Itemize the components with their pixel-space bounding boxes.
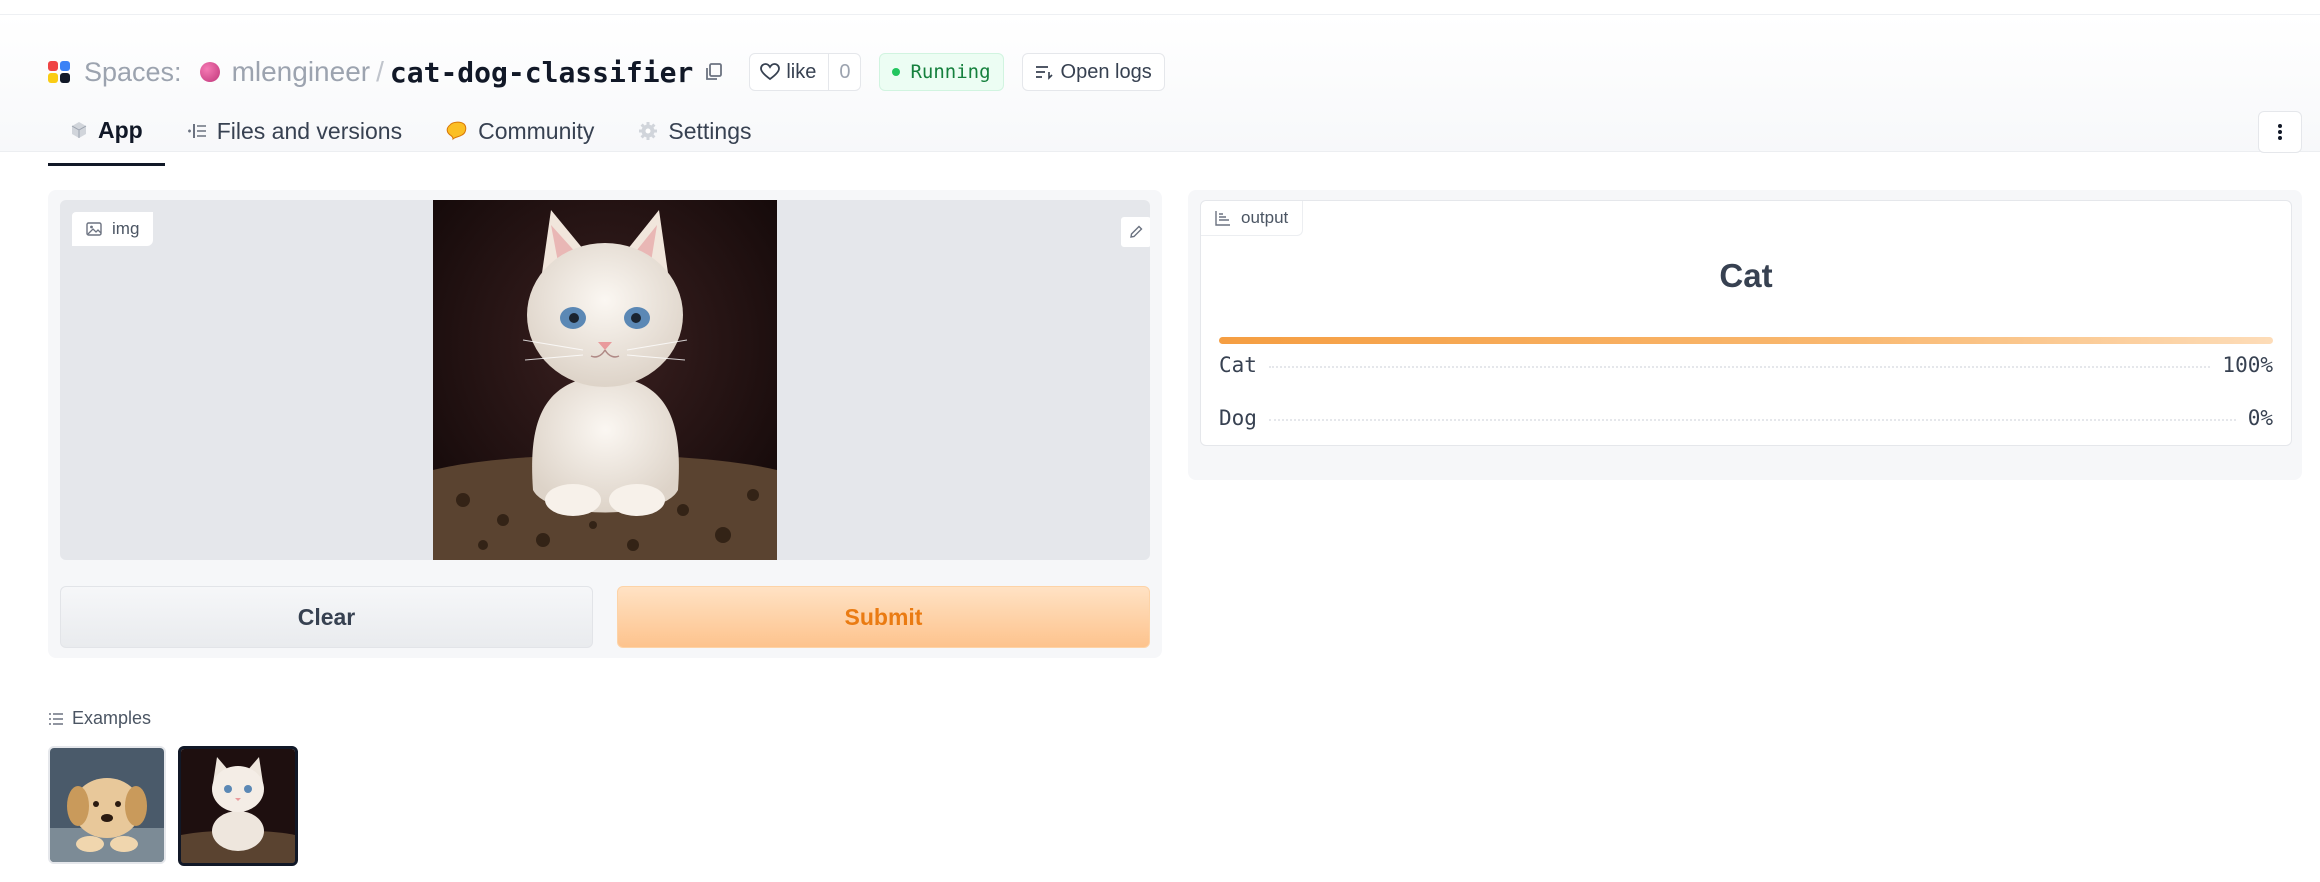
label-output: output Cat Cat 100% Dog 0%: [1200, 200, 2292, 446]
heart-icon: [760, 63, 781, 81]
input-image: [433, 200, 777, 560]
output-panel: output Cat Cat 100% Dog 0%: [1188, 190, 2302, 480]
example-dog[interactable]: [48, 746, 166, 864]
image-input[interactable]: img: [60, 200, 1150, 560]
example-image: [50, 748, 164, 862]
confidence-value: 100%: [2222, 353, 2273, 377]
status-text: Running: [910, 61, 991, 83]
submit-button[interactable]: Submit: [617, 586, 1150, 648]
logs-icon: [1035, 66, 1053, 80]
confidence-row-cat[interactable]: Cat 100%: [1219, 353, 2273, 377]
confidence-row-dog[interactable]: Dog 0%: [1219, 406, 2273, 430]
cube-icon: [71, 122, 87, 138]
tab-app-label: App: [98, 116, 143, 143]
gear-icon: [639, 122, 658, 140]
clear-button[interactable]: Clear: [60, 586, 593, 648]
image-label-text: img: [112, 219, 140, 238]
output-label-text: output: [1241, 208, 1289, 227]
confidence-bar: [1219, 337, 2273, 344]
confidence-label: Cat: [1219, 353, 1257, 377]
repo-name[interactable]: cat-dog-classifier: [390, 56, 693, 89]
image-input-label: img: [72, 212, 154, 246]
files-icon: [187, 124, 206, 138]
status-badge[interactable]: Running: [879, 53, 1004, 91]
chart-icon: [1215, 211, 1230, 226]
example-cat[interactable]: [178, 746, 298, 866]
action-buttons: Clear Submit: [60, 586, 1150, 648]
dotted-leader: [1268, 366, 2211, 368]
input-panel: img Clear Submit: [48, 190, 1162, 658]
like-count: 0: [828, 54, 860, 90]
tab-community[interactable]: Community: [424, 97, 616, 165]
edit-image-button[interactable]: [1120, 216, 1150, 248]
spaces-logo-icon: [48, 61, 70, 83]
path-separator: /: [376, 56, 384, 87]
community-icon: [446, 121, 467, 141]
like-button[interactable]: like 0: [749, 53, 862, 91]
tab-settings-label: Settings: [668, 117, 752, 144]
owner-avatar: [199, 62, 220, 82]
spaces-label[interactable]: Spaces:: [84, 57, 182, 88]
image-icon: [86, 222, 102, 236]
tab-files-and-versions[interactable]: Files and versions: [165, 97, 424, 165]
space-header: Spaces: mlengineer / cat-dog-classifier …: [0, 15, 2320, 166]
example-image: [181, 749, 295, 863]
open-logs-button[interactable]: Open logs: [1021, 53, 1165, 91]
tab-app[interactable]: App: [48, 97, 165, 166]
space-tabs: App Files and versions Community Setting…: [48, 97, 774, 167]
pencil-icon: [1130, 225, 1143, 238]
more-options-button[interactable]: [2258, 111, 2302, 153]
tab-files-label: Files and versions: [216, 117, 403, 144]
title-bar: Spaces: mlengineer / cat-dog-classifier …: [48, 39, 1165, 105]
like-label: like: [786, 60, 817, 83]
confidence-value: 0%: [2247, 406, 2273, 430]
examples-header: Examples: [48, 708, 151, 729]
open-logs-label: Open logs: [1060, 60, 1152, 83]
vertical-dots-icon: [2278, 124, 2282, 140]
confidence-label: Dog: [1219, 406, 1257, 430]
status-dot-icon: [892, 68, 901, 76]
dotted-leader: [1268, 419, 2236, 421]
tab-settings[interactable]: Settings: [616, 97, 773, 165]
output-label: output: [1201, 201, 1304, 236]
owner-link[interactable]: mlengineer: [232, 56, 371, 88]
tab-community-label: Community: [478, 117, 595, 144]
copy-icon[interactable]: [703, 61, 725, 83]
predicted-label: Cat: [1719, 257, 1773, 294]
examples-label: Examples: [72, 708, 152, 728]
list-icon: [49, 712, 63, 725]
